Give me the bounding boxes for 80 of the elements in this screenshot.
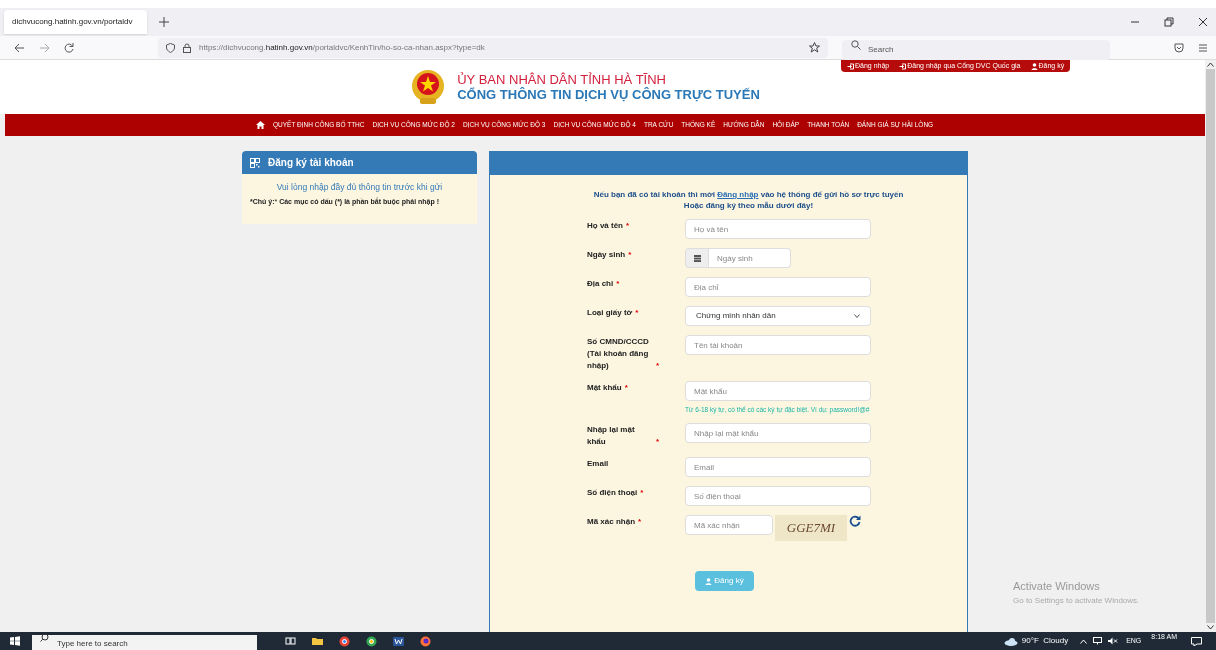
lock-icon	[183, 42, 191, 53]
browser-tab[interactable]: dichvucong.hatinh.gov.vn/portaldv	[4, 10, 147, 34]
close-icon[interactable]	[1198, 17, 1208, 27]
info-message: Vui lòng nhập đầy đủ thông tin trước khi gửi	[275, 181, 444, 194]
star-icon[interactable]	[809, 42, 820, 53]
required-asterisk: *	[635, 307, 639, 319]
taskbar-search[interactable]: Type here to search	[32, 634, 257, 650]
field-label: Số CMND/CCCD (Tài khoản đăng nhập)	[587, 336, 650, 372]
task-view-icon[interactable]	[285, 635, 296, 647]
notification-icon[interactable]	[1191, 636, 1202, 646]
dropdown[interactable]: Chứng minh nhân dân	[685, 306, 871, 326]
chrome-icon[interactable]	[366, 635, 377, 647]
required-asterisk: *	[624, 382, 628, 394]
windows-start-icon[interactable]	[10, 636, 20, 646]
input-field[interactable]: Tên tài khoản	[685, 335, 871, 355]
login-icon	[899, 62, 907, 70]
chevron-down-icon	[854, 314, 860, 318]
input-field[interactable]: Số điện thoại	[685, 486, 871, 506]
search-icon	[851, 40, 861, 51]
required-asterisk: *	[656, 360, 660, 372]
network-icon[interactable]	[1093, 637, 1103, 645]
captcha-image: GGE7MI	[775, 515, 847, 541]
field-label: Số điện thoại	[587, 487, 638, 499]
activation-title: Activate Windows	[1013, 579, 1101, 594]
search-icon	[40, 633, 49, 642]
field-label: Mã xác nhận	[587, 516, 635, 528]
back-arrow-icon[interactable]	[14, 42, 25, 53]
weather-text: 90°F Cloudy	[1021, 635, 1069, 647]
firefox-icon[interactable]	[420, 635, 431, 647]
input-field[interactable]: Địa chỉ	[685, 277, 871, 297]
tab-title: dichvucong.hatinh.gov.vn/portaldv	[12, 16, 133, 28]
chevron-up-icon[interactable]	[1080, 638, 1088, 644]
shield-icon	[166, 42, 175, 53]
login-link[interactable]: Đăng nhập	[717, 190, 759, 199]
plus-icon[interactable]	[159, 17, 169, 27]
date-field[interactable]: Ngày sinh	[709, 248, 791, 268]
pocket-icon[interactable]	[1174, 42, 1184, 53]
address-bar[interactable]: https://dichvucong.hatinh.gov.vn/portaldvc/KenhTin/ho-so-ca-nhan.aspx?type=dk	[158, 37, 828, 58]
input-field[interactable]: Nhập lại mật khẩu	[685, 423, 871, 443]
cloud-icon	[1003, 636, 1018, 646]
required-asterisk: *	[626, 220, 630, 232]
required-asterisk: *	[638, 516, 642, 528]
chrome-icon[interactable]	[339, 635, 350, 647]
search-field[interactable]: Search	[842, 39, 1110, 60]
required-asterisk: *	[640, 487, 644, 499]
input-field[interactable]: Mã xác nhận	[685, 515, 773, 535]
word-icon[interactable]	[393, 635, 404, 647]
header-subtitle: CỔNG THÔNG TIN DỊCH VỤ CÔNG TRỰC TUYẾN	[457, 87, 760, 102]
refresh-icon[interactable]	[849, 515, 861, 527]
intro-text: Nếu bạn đã có tài khoản thì mời Đăng nhập vào hệ thống để gửi hồ sơ trực tuyến Hoặc đăng ký theo mẫu dưới đây!	[592, 189, 905, 211]
speaker-muted-icon[interactable]	[1108, 637, 1119, 645]
user-icon	[705, 577, 713, 585]
header-title: ỦY BAN NHÂN DÂN TỈNH HÀ TĨNH	[457, 72, 667, 87]
field-label: Nhập lại mật khẩu	[587, 424, 636, 448]
field-label: Mật khẩu	[587, 382, 622, 394]
input-field[interactable]: Họ và tên	[685, 219, 871, 239]
required-asterisk: *	[616, 278, 620, 290]
field-label: Email	[587, 458, 609, 470]
reload-icon[interactable]	[64, 42, 74, 53]
home-icon[interactable]	[256, 121, 265, 129]
scroll-up-icon[interactable]	[1207, 62, 1214, 67]
folder-icon[interactable]	[312, 635, 323, 647]
field-label: Họ và tên	[587, 220, 623, 232]
field-label: Ngày sinh	[587, 249, 626, 261]
field-label: Loại giấy tờ	[587, 307, 633, 319]
login-icon	[847, 62, 854, 70]
required-asterisk: *	[656, 436, 660, 448]
url-text: https://dichvucong.hatinh.gov.vn/portaldvc/KenhTin/ho-so-ca-nhan.aspx?type=dk	[199, 41, 486, 54]
user-icon	[1030, 62, 1038, 70]
required-asterisk: *	[628, 249, 632, 261]
scrollbar-thumb[interactable]	[1206, 69, 1215, 623]
qr-code-icon	[250, 157, 260, 168]
calendar-icon	[693, 254, 701, 262]
calendar-button[interactable]	[685, 248, 709, 268]
panel-title: Đăng ký tài khoản	[268, 156, 354, 170]
scroll-down-icon[interactable]	[1207, 625, 1214, 630]
input-field[interactable]: Email	[685, 457, 871, 477]
field-label: Địa chỉ	[587, 278, 614, 290]
input-field[interactable]: Mật khẩu	[685, 381, 871, 401]
restore-icon[interactable]	[1164, 17, 1174, 27]
